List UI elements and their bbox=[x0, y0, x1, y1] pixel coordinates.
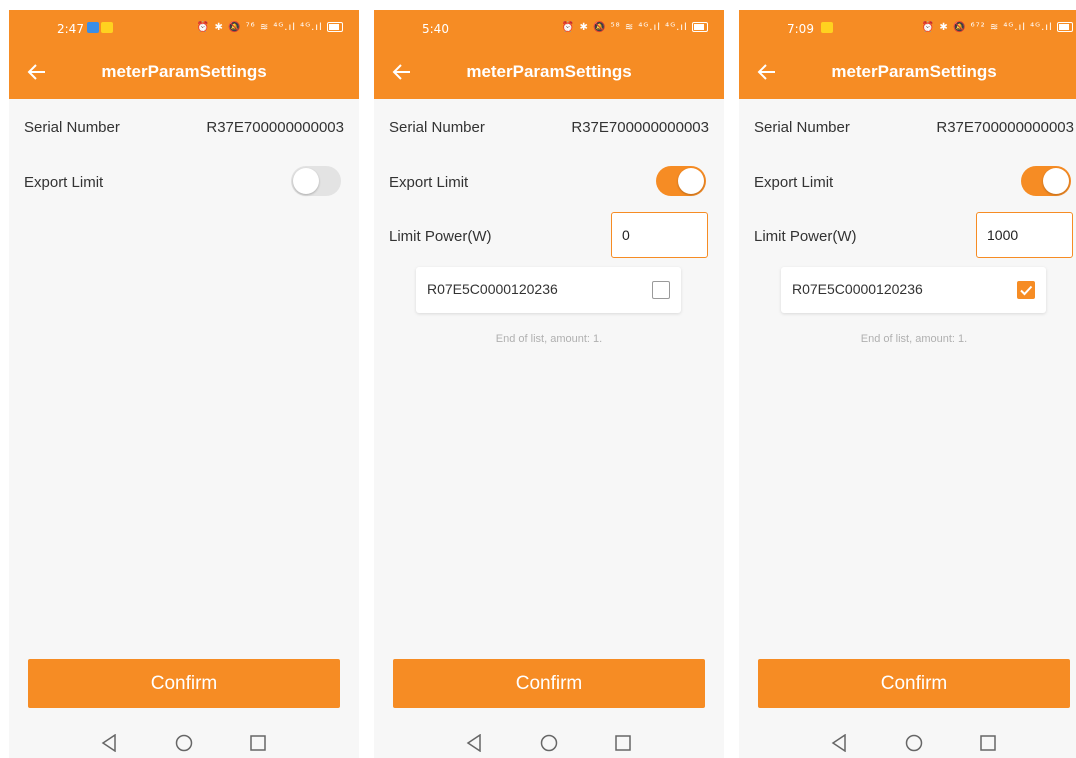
page-title: meterParamSettings bbox=[101, 62, 267, 81]
serial-number-value: R37E700000000003 bbox=[571, 119, 709, 136]
chat-icon bbox=[101, 22, 113, 33]
nav-back-icon[interactable] bbox=[101, 734, 117, 752]
nav-back-icon[interactable] bbox=[831, 734, 847, 752]
nav-recents-icon[interactable] bbox=[615, 734, 631, 752]
system-navigation-bar bbox=[739, 728, 1076, 758]
checkmark-icon bbox=[1020, 285, 1033, 296]
list-footer-text: End of list, amount: 1. bbox=[860, 333, 968, 345]
device-list-item[interactable]: R07E5C0000120236 bbox=[781, 267, 1046, 313]
battery-icon bbox=[1057, 22, 1073, 32]
battery-icon bbox=[327, 22, 343, 32]
device-checkbox[interactable] bbox=[1017, 281, 1035, 299]
nav-home-icon[interactable] bbox=[905, 734, 923, 752]
battery-icon bbox=[692, 22, 708, 32]
serial-number-label: Serial Number bbox=[389, 119, 485, 136]
serial-number-label: Serial Number bbox=[24, 119, 120, 136]
app-bar: 5:40 ⏰ ✱ 🔕 ⁵⁸ ≋ ⁴ᴳ.ıl ⁴ᴳ.ıl meterParamSe… bbox=[374, 10, 724, 99]
export-limit-toggle[interactable] bbox=[1021, 166, 1071, 196]
system-status-icons: ⏰ ✱ 🔕 ⁷⁶ ≋ ⁴ᴳ.ıl ⁴ᴳ.ıl bbox=[197, 22, 343, 33]
limit-power-input[interactable] bbox=[976, 212, 1073, 258]
page-title: meterParamSettings bbox=[466, 62, 632, 81]
limit-power-label: Limit Power(W) bbox=[389, 228, 492, 245]
phone-screen-2: 5:40 ⏰ ✱ 🔕 ⁵⁸ ≋ ⁴ᴳ.ıl ⁴ᴳ.ıl meterParamSe… bbox=[374, 10, 724, 758]
status-time: 2:47 bbox=[57, 22, 84, 36]
limit-power-label: Limit Power(W) bbox=[754, 228, 857, 245]
nav-recents-icon[interactable] bbox=[980, 734, 996, 752]
system-status-text: ⏰ ✱ 🔕 ⁵⁸ ≋ ⁴ᴳ.ıl ⁴ᴳ.ıl bbox=[561, 22, 688, 33]
list-footer-text: End of list, amount: 1. bbox=[495, 333, 603, 345]
status-time: 5:40 bbox=[422, 22, 449, 36]
app-bar: 2:47 ⏰ ✱ 🔕 ⁷⁶ ≋ ⁴ᴳ.ıl ⁴ᴳ.ıl meterParamSe… bbox=[9, 10, 359, 99]
export-limit-toggle[interactable] bbox=[291, 166, 341, 196]
system-status-icons: ⏰ ✱ 🔕 ⁶⁷² ≋ ⁴ᴳ.ıl ⁴ᴳ.ıl bbox=[922, 22, 1073, 33]
toggle-knob bbox=[678, 168, 704, 194]
export-limit-label: Export Limit bbox=[754, 174, 834, 191]
confirm-button[interactable]: Confirm bbox=[758, 659, 1070, 708]
serial-number-label: Serial Number bbox=[754, 119, 850, 136]
nav-recents-icon[interactable] bbox=[250, 734, 266, 752]
weather-icon bbox=[87, 22, 99, 33]
confirm-button[interactable]: Confirm bbox=[28, 659, 340, 708]
toggle-knob bbox=[1043, 168, 1069, 194]
app-bar: 7:09 ⏰ ✱ 🔕 ⁶⁷² ≋ ⁴ᴳ.ıl ⁴ᴳ.ıl meterParamS… bbox=[739, 10, 1076, 99]
device-checkbox[interactable] bbox=[652, 281, 670, 299]
export-limit-label: Export Limit bbox=[389, 174, 469, 191]
system-navigation-bar bbox=[9, 728, 359, 758]
confirm-button[interactable]: Confirm bbox=[393, 659, 705, 708]
device-list-item[interactable]: R07E5C0000120236 bbox=[416, 267, 681, 313]
notification-icons bbox=[821, 22, 833, 34]
system-status-icons: ⏰ ✱ 🔕 ⁵⁸ ≋ ⁴ᴳ.ıl ⁴ᴳ.ıl bbox=[562, 22, 708, 33]
limit-power-input[interactable] bbox=[611, 212, 708, 258]
nav-home-icon[interactable] bbox=[540, 734, 558, 752]
page-title: meterParamSettings bbox=[831, 62, 997, 81]
export-limit-label: Export Limit bbox=[24, 174, 104, 191]
nav-back-icon[interactable] bbox=[466, 734, 482, 752]
toggle-knob bbox=[293, 168, 319, 194]
notification-icons bbox=[87, 22, 113, 34]
serial-number-value: R37E700000000003 bbox=[206, 119, 344, 136]
device-id: R07E5C0000120236 bbox=[792, 281, 923, 297]
nav-home-icon[interactable] bbox=[175, 734, 193, 752]
phone-screen-3: 7:09 ⏰ ✱ 🔕 ⁶⁷² ≋ ⁴ᴳ.ıl ⁴ᴳ.ıl meterParamS… bbox=[739, 10, 1076, 758]
chat-icon bbox=[821, 22, 833, 33]
device-id: R07E5C0000120236 bbox=[427, 281, 558, 297]
status-time: 7:09 bbox=[787, 22, 814, 36]
phone-screen-1: 2:47 ⏰ ✱ 🔕 ⁷⁶ ≋ ⁴ᴳ.ıl ⁴ᴳ.ıl meterParamSe… bbox=[9, 10, 359, 758]
system-status-text: ⏰ ✱ 🔕 ⁷⁶ ≋ ⁴ᴳ.ıl ⁴ᴳ.ıl bbox=[196, 22, 323, 33]
system-status-text: ⏰ ✱ 🔕 ⁶⁷² ≋ ⁴ᴳ.ıl ⁴ᴳ.ıl bbox=[921, 22, 1053, 33]
system-navigation-bar bbox=[374, 728, 724, 758]
serial-number-value: R37E700000000003 bbox=[936, 119, 1074, 136]
export-limit-toggle[interactable] bbox=[656, 166, 706, 196]
